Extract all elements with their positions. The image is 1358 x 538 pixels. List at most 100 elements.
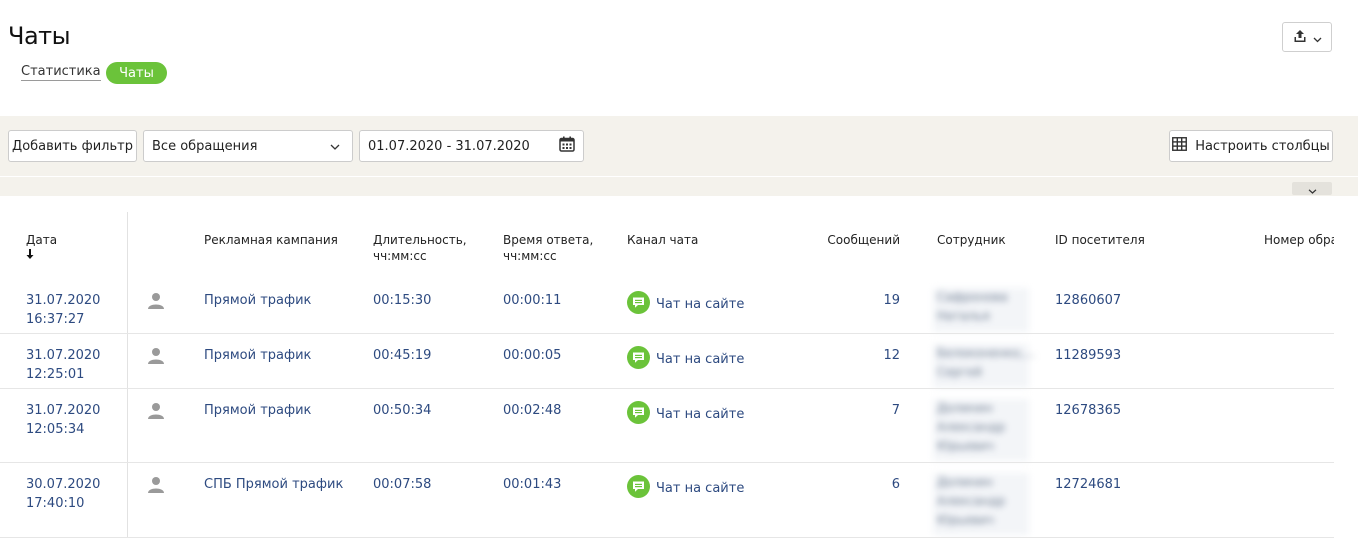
row-campaign[interactable]: Прямой трафик bbox=[204, 401, 311, 420]
user-icon bbox=[147, 402, 165, 424]
table-row[interactable]: 31.07.2020 12:05:34 Прямой трафик 00:50:3… bbox=[0, 389, 1334, 463]
collapse-button[interactable] bbox=[1292, 182, 1332, 195]
row-date[interactable]: 31.07.2020 12:05:34 bbox=[26, 401, 100, 439]
add-filter-button[interactable]: Добавить фильтр bbox=[8, 130, 137, 162]
row-channel-label: Чат на сайте bbox=[656, 352, 745, 367]
row-date-day: 31.07.2020 bbox=[26, 403, 101, 418]
grid-icon bbox=[1172, 137, 1188, 155]
date-range-value: 01.07.2020 - 31.07.2020 bbox=[368, 138, 530, 154]
header-response-line2: чч:мм:сс bbox=[503, 249, 557, 263]
row-channel[interactable]: Чат на сайте bbox=[627, 346, 744, 373]
row-date-time: 12:05:34 bbox=[26, 422, 85, 437]
page-title: Чаты bbox=[8, 22, 71, 50]
configure-columns-label: Настроить столбцы bbox=[1195, 138, 1330, 154]
export-icon bbox=[1293, 28, 1307, 47]
header-channel[interactable]: Канал чата bbox=[627, 232, 698, 248]
row-response: 00:02:48 bbox=[503, 403, 562, 418]
row-response: 00:00:11 bbox=[503, 293, 562, 308]
row-date-time: 17:40:10 bbox=[26, 496, 85, 511]
row-date[interactable]: 30.07.2020 17:40:10 bbox=[26, 475, 100, 513]
row-employee-line1: Долинин bbox=[937, 401, 993, 415]
header-employee[interactable]: Сотрудник bbox=[937, 232, 1006, 248]
row-messages[interactable]: 7 bbox=[840, 401, 900, 420]
tab-chats[interactable]: Чаты bbox=[106, 62, 167, 84]
row-duration: 00:07:58 bbox=[373, 477, 432, 492]
row-date-time: 12:25:01 bbox=[26, 367, 85, 382]
row-employee: Белоконенко,... Сергей bbox=[933, 344, 1036, 388]
row-campaign[interactable]: Прямой трафик bbox=[204, 291, 311, 310]
row-channel-label: Чат на сайте bbox=[656, 297, 745, 312]
filter-bar: Добавить фильтр Все обращения 01.07.2020… bbox=[0, 116, 1358, 176]
row-duration: 00:15:30 bbox=[373, 293, 432, 308]
row-date-day: 30.07.2020 bbox=[26, 477, 101, 492]
row-employee-line2: Александр bbox=[937, 494, 1006, 508]
chevron-down-icon bbox=[1313, 28, 1322, 47]
row-channel[interactable]: Чат на сайте bbox=[627, 475, 744, 502]
chevron-down-icon bbox=[330, 139, 340, 154]
request-type-select[interactable]: Все обращения bbox=[143, 130, 353, 162]
row-campaign[interactable]: Прямой трафик bbox=[204, 346, 311, 365]
row-date-day: 31.07.2020 bbox=[26, 293, 101, 308]
chat-bubble-icon bbox=[627, 475, 650, 502]
row-channel-label: Чат на сайте bbox=[656, 407, 745, 422]
user-icon bbox=[147, 476, 165, 498]
date-range-input[interactable]: 01.07.2020 - 31.07.2020 bbox=[359, 130, 584, 162]
row-employee: Сафронова Наталья bbox=[933, 288, 1029, 332]
row-visitor-id[interactable]: 12860607 bbox=[1055, 291, 1121, 310]
row-visitor-id[interactable]: 12724681 bbox=[1055, 475, 1121, 494]
request-type-value: Все обращения bbox=[152, 138, 258, 154]
user-icon bbox=[147, 292, 165, 314]
row-campaign[interactable]: СПБ Прямой трафик bbox=[204, 475, 343, 494]
row-visitor-id[interactable]: 12678365 bbox=[1055, 401, 1121, 420]
chats-table: Дата Рекламная кампания Длительность, чч… bbox=[0, 212, 1358, 538]
calendar-icon[interactable] bbox=[559, 136, 575, 156]
row-employee-line3: Юрьевич bbox=[937, 439, 994, 453]
header-messages[interactable]: Сообщений bbox=[800, 232, 900, 248]
chevron-down-icon bbox=[1308, 179, 1317, 198]
chat-bubble-icon bbox=[627, 346, 650, 373]
row-employee-line2: Александр bbox=[937, 420, 1006, 434]
table-row[interactable]: 30.07.2020 17:40:10 СПБ Прямой трафик 00:… bbox=[0, 463, 1334, 538]
row-employee-line2: Наталья bbox=[937, 309, 990, 323]
add-filter-label: Добавить фильтр bbox=[12, 138, 133, 154]
row-messages[interactable]: 12 bbox=[840, 346, 900, 365]
header-request-number[interactable]: Номер обра bbox=[1264, 232, 1334, 248]
row-employee: Долинин Александр Юрьевич bbox=[933, 399, 1029, 461]
table-row[interactable]: 31.07.2020 16:37:27 Прямой трафик 00:15:3… bbox=[0, 278, 1334, 334]
row-messages[interactable]: 6 bbox=[840, 475, 900, 494]
row-visitor-id[interactable]: 11289593 bbox=[1055, 346, 1121, 365]
row-channel[interactable]: Чат на сайте bbox=[627, 401, 744, 428]
row-duration: 00:50:34 bbox=[373, 403, 432, 418]
row-date-time: 16:37:27 bbox=[26, 312, 85, 327]
export-button[interactable] bbox=[1282, 22, 1332, 52]
row-employee: Долинин Александр Юрьевич bbox=[933, 473, 1029, 535]
header-visitor-id[interactable]: ID посетителя bbox=[1055, 232, 1145, 248]
tab-statistics[interactable]: Статистика bbox=[21, 64, 101, 81]
header-date[interactable]: Дата bbox=[26, 232, 57, 262]
configure-columns-button[interactable]: Настроить столбцы bbox=[1169, 130, 1333, 162]
row-date[interactable]: 31.07.2020 16:37:27 bbox=[26, 291, 100, 329]
row-date-day: 31.07.2020 bbox=[26, 348, 101, 363]
row-employee-line3: Юрьевич bbox=[937, 513, 994, 527]
user-icon bbox=[147, 347, 165, 369]
header-response[interactable]: Время ответа, чч:мм:сс bbox=[503, 232, 593, 264]
header-response-line1: Время ответа, bbox=[503, 233, 594, 247]
row-duration: 00:45:19 bbox=[373, 348, 432, 363]
row-channel[interactable]: Чат на сайте bbox=[627, 291, 744, 318]
filter-strip bbox=[0, 177, 1358, 196]
row-employee-line2: Сергей bbox=[937, 365, 982, 379]
row-employee-line1: Белоконенко,... bbox=[937, 346, 1036, 360]
row-messages[interactable]: 19 bbox=[840, 291, 900, 310]
table-row[interactable]: 31.07.2020 12:25:01 Прямой трафик 00:45:1… bbox=[0, 334, 1334, 389]
row-employee-line1: Долинин bbox=[937, 475, 993, 489]
header-duration-line1: Длительность, bbox=[373, 233, 467, 247]
header-campaign[interactable]: Рекламная кампания bbox=[204, 232, 338, 248]
row-date[interactable]: 31.07.2020 12:25:01 bbox=[26, 346, 100, 384]
header-duration[interactable]: Длительность, чч:мм:сс bbox=[373, 232, 467, 264]
row-response: 00:01:43 bbox=[503, 477, 562, 492]
chat-bubble-icon bbox=[627, 401, 650, 428]
chat-bubble-icon bbox=[627, 291, 650, 318]
row-response: 00:00:05 bbox=[503, 348, 562, 363]
row-employee-line1: Сафронова bbox=[937, 290, 1008, 304]
header-duration-line2: чч:мм:сс bbox=[373, 249, 427, 263]
